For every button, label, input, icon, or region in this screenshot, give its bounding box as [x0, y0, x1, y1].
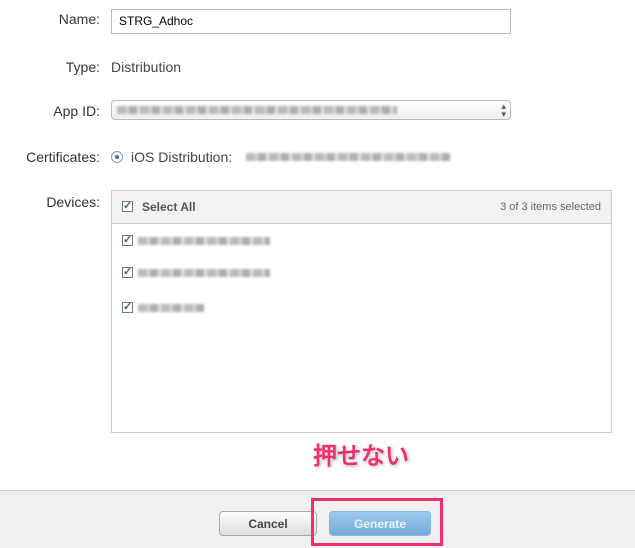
appid-select[interactable]: ▴ ▾	[111, 100, 511, 120]
select-arrows-icon: ▴ ▾	[501, 101, 506, 119]
devices-header: ✓ Select All 3 of 3 items selected	[112, 191, 611, 224]
type-value: Distribution	[111, 59, 182, 75]
certificates-label: Certificates:	[26, 149, 100, 165]
annotation-text: 押せない	[313, 443, 409, 470]
select-all-label[interactable]: Select All	[142, 200, 196, 214]
devices-label: Devices:	[46, 194, 100, 210]
highlight-box	[311, 498, 443, 546]
device-checkbox[interactable]: ✓	[122, 302, 133, 313]
blurred-device-name	[138, 237, 270, 245]
certificate-label: iOS Distribution:	[131, 149, 233, 165]
appid-label: App ID:	[53, 103, 100, 119]
blurred-device-name	[138, 304, 204, 312]
name-label: Name:	[58, 11, 100, 27]
select-all-checkbox[interactable]: ✓	[122, 201, 133, 212]
blurred-certificate-name	[246, 153, 450, 161]
name-input[interactable]: STRG_Adhoc	[111, 9, 511, 34]
blurred-device-name	[138, 269, 270, 277]
device-checkbox[interactable]: ✓	[122, 235, 133, 246]
device-checkbox[interactable]: ✓	[122, 267, 133, 278]
cancel-button[interactable]: Cancel	[219, 511, 317, 536]
devices-list: ✓ Select All 3 of 3 items selected ✓ ✓ ✓	[111, 190, 612, 433]
blurred-appid	[117, 106, 397, 114]
type-label: Type:	[65, 59, 100, 75]
selected-count: 3 of 3 items selected	[500, 201, 601, 213]
certificate-radio[interactable]	[111, 151, 123, 163]
